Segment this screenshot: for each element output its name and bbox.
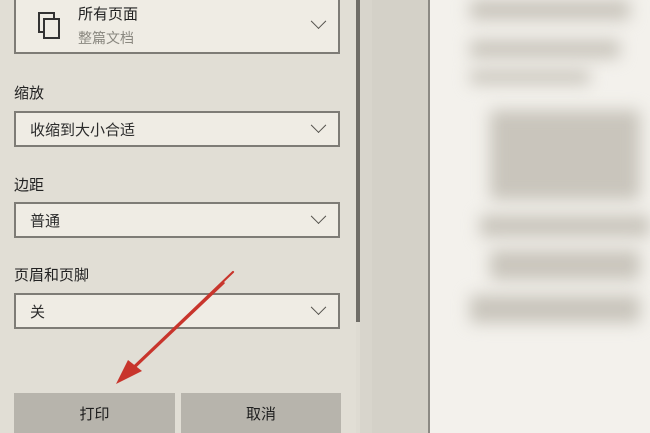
chevron-down-icon [310, 207, 327, 224]
pages-select[interactable]: 所有页面 整篇文档 [14, 0, 340, 54]
scale-label: 缩放 [14, 84, 45, 102]
scale-value: 收缩到大小合适 [30, 120, 136, 139]
print-button[interactable]: 打印 [14, 393, 175, 433]
pages-sub-value: 整篇文档 [78, 30, 134, 47]
header-footer-label: 页眉和页脚 [14, 266, 90, 284]
scale-select[interactable]: 收缩到大小合适 [14, 111, 340, 147]
chevron-down-icon [310, 116, 327, 133]
header-footer-select[interactable]: 关 [14, 293, 340, 329]
margins-select[interactable]: 普通 [14, 202, 340, 238]
margins-value: 普通 [30, 211, 61, 230]
header-footer-value: 关 [30, 302, 46, 321]
print-preview-page [428, 0, 650, 433]
chevron-down-icon [310, 298, 327, 315]
panel-divider [360, 0, 372, 433]
chevron-down-icon [310, 12, 327, 29]
pages-icon [38, 12, 60, 39]
print-settings-panel: 所有页面 整篇文档 缩放 收缩到大小合适 边距 普通 页眉和页脚 关 打印 取消 [0, 0, 356, 433]
cancel-button[interactable]: 取消 [181, 393, 341, 433]
margins-label: 边距 [14, 176, 45, 194]
pages-value: 所有页面 [78, 4, 139, 23]
